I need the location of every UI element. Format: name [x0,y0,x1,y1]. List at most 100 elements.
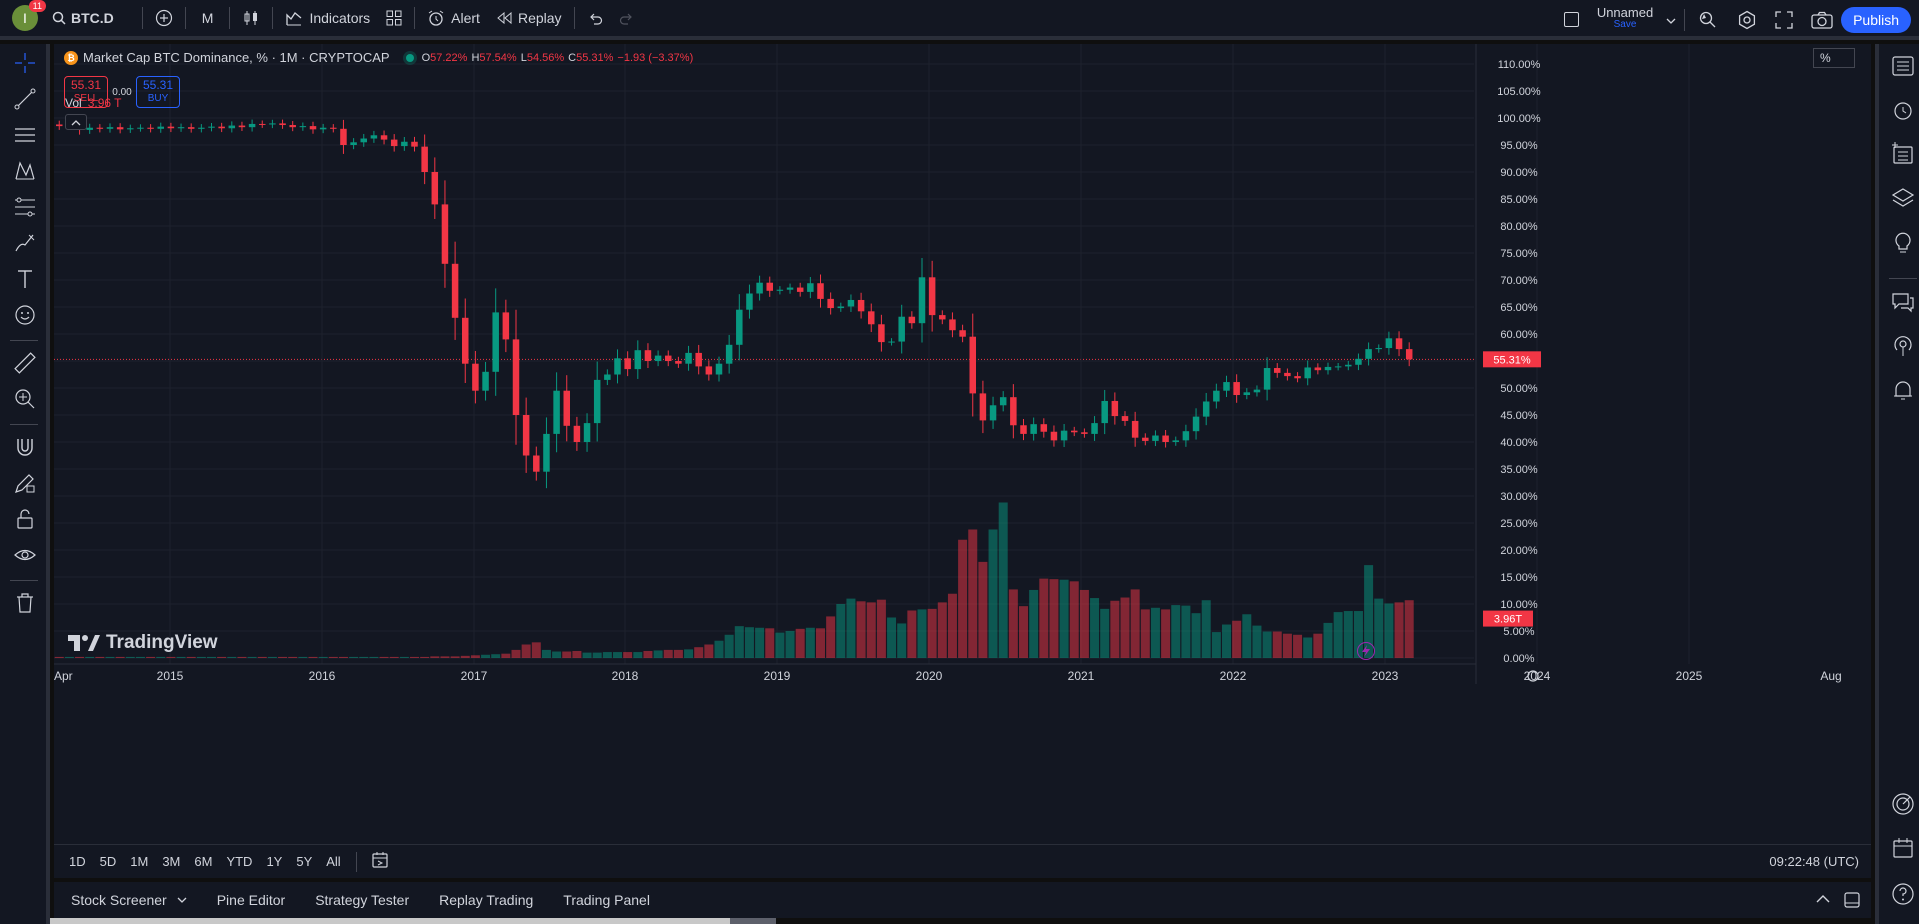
utc-clock[interactable]: 09:22:48 (UTC) [1769,854,1859,869]
fib-tool[interactable] [12,194,38,220]
timeframe-5d[interactable]: 5D [93,854,124,869]
y-tick-label: 70.00% [1500,275,1538,287]
sidebar-divider [1889,278,1917,279]
horizontal-lines-tool[interactable] [12,122,38,148]
price-chart[interactable]: 110.00% 105.00% 100.00% 95.00% 90.00% 85.00% 8… [54,44,1871,844]
timeframe-all[interactable]: All [319,854,347,869]
y-tick-label: 30.00% [1500,491,1538,503]
keep-drawing-tool[interactable] [12,470,38,496]
tab-strategy-tester[interactable]: Strategy Tester [300,892,424,908]
symbol-search-button[interactable]: BTC.D [48,0,122,36]
tab-pine-editor[interactable]: Pine Editor [202,892,300,908]
timeframe-1m[interactable]: 1M [123,854,155,869]
ideas-button[interactable] [1889,228,1917,256]
text-tool[interactable] [12,266,38,292]
trend-line-tool[interactable] [12,86,38,112]
object-tree-button[interactable] [1889,140,1917,168]
pattern-tool[interactable] [12,158,38,184]
panel-collapse-button[interactable] [1815,892,1831,907]
scrollbar-thumb[interactable] [50,918,730,924]
chart-pane[interactable]: 110.00% 105.00% 100.00% 95.00% 90.00% 85.00% 8… [54,44,1871,844]
chevron-up-icon [71,119,81,125]
volume-bar [816,628,825,658]
timeframe-5y[interactable]: 5Y [289,854,319,869]
volume-bar [744,627,754,658]
layers-button[interactable] [1889,184,1917,212]
buy-button[interactable]: 55.31 BUY [136,76,180,108]
candle-body [56,124,63,127]
interval-button[interactable]: M [190,0,226,36]
volume-bar [836,604,846,658]
watermark-text: TradingView [106,632,218,653]
candle-body [1182,431,1190,441]
timeframe-1d[interactable]: 1D [62,854,93,869]
layout-menu-chevron[interactable] [1666,13,1676,28]
tab-trading-panel[interactable]: Trading Panel [548,892,665,908]
layers-icon [1891,188,1915,207]
redo-button[interactable] [611,0,643,36]
lightbulb-icon [1895,232,1911,253]
flash-icon[interactable] [1357,642,1375,660]
crosshair-tool[interactable] [12,50,38,76]
volume-bar [917,609,927,658]
volume-bar [430,656,440,658]
tab-replay-trading[interactable]: Replay Trading [424,892,548,908]
chat-icon [1892,293,1914,313]
replay-button[interactable]: Replay [488,0,570,36]
scale-mode-box[interactable]: % [1813,48,1855,68]
help-button[interactable] [1889,880,1917,908]
y-tick-label: 10.00% [1500,599,1538,611]
timeframe-ytd[interactable]: YTD [219,854,259,869]
undo-button[interactable] [579,0,611,36]
magnet-tool[interactable] [12,434,38,460]
collapse-legend-button[interactable] [65,114,87,130]
volume-bar [633,652,643,658]
fullscreen-button[interactable] [1775,11,1793,32]
chart-type-button[interactable] [234,0,268,36]
notifications-button[interactable] [1889,376,1917,404]
templates-button[interactable] [378,0,410,36]
go-to-date-button[interactable] [365,851,395,872]
quick-search-button[interactable] [1698,10,1718,33]
layout-name-button[interactable]: Unnamed Save [1590,5,1660,30]
scrollbar-thumb-secondary[interactable] [730,918,776,924]
timeframe-1y[interactable]: 1Y [259,854,289,869]
watchlist-button[interactable] [1889,52,1917,80]
alert-button[interactable]: Alert [419,0,488,36]
publish-button[interactable]: Publish [1841,7,1911,33]
hide-drawings-tool[interactable] [12,542,38,568]
legend-title[interactable]: Market Cap BTC Dominance, % · 1M · CRYPT… [83,50,390,65]
dom-button[interactable] [1889,790,1917,818]
emoji-tool[interactable] [12,302,38,328]
candle-body [1314,367,1322,371]
calendar-button[interactable] [1889,834,1917,862]
zoom-tool[interactable] [12,386,38,412]
timeframe-6m[interactable]: 6M [187,854,219,869]
lock-drawings-tool[interactable] [12,506,38,532]
volume-bar [1161,609,1171,658]
panel-maximize-button[interactable] [1843,891,1861,912]
chats-button[interactable] [1889,288,1917,316]
volume-bar [450,656,460,658]
candle-body [786,287,794,290]
compare-symbol-button[interactable] [147,0,181,36]
layout-checkbox[interactable] [1564,12,1579,27]
horizontal-scrollbar[interactable] [50,918,1869,924]
indicators-button[interactable]: Indicators [277,0,378,36]
timeframe-3m[interactable]: 3M [155,854,187,869]
list-plus-icon [1892,142,1913,164]
alerts-panel-button[interactable] [1889,96,1917,124]
volume-legend[interactable]: Vol 3.96 T [65,96,122,110]
redo-icon [619,13,632,25]
remove-drawings-tool[interactable] [12,590,38,616]
streams-button[interactable] [1889,332,1917,360]
measure-tool[interactable] [12,350,38,376]
brush-tool[interactable] [12,230,38,256]
x-tick-label: 2015 [157,669,184,683]
snapshot-button[interactable] [1811,11,1833,32]
settings-button[interactable] [1737,10,1757,33]
candle-body [1040,424,1048,432]
tab-stock-screener[interactable]: Stock Screener [54,892,202,908]
candle-body [533,455,540,472]
user-avatar[interactable]: I 11 [12,0,46,31]
